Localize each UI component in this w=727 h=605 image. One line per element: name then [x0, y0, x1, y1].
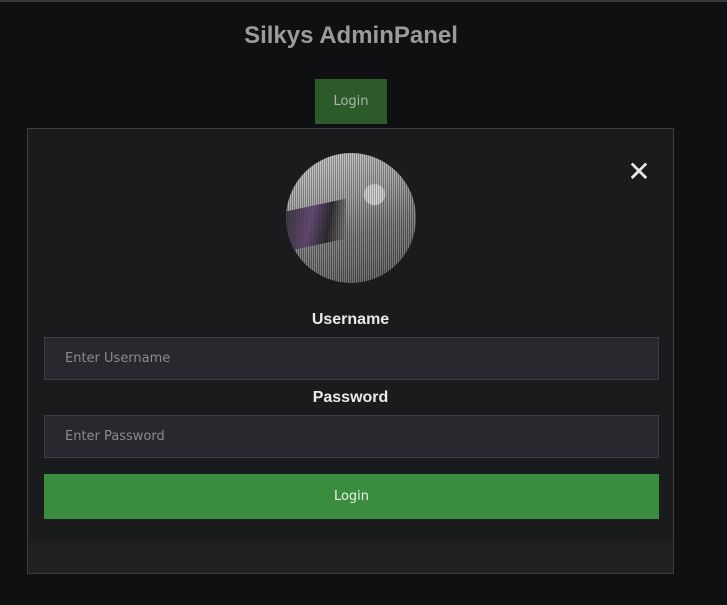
- avatar-image-detail: [286, 198, 346, 252]
- submit-login-button[interactable]: Login: [44, 474, 659, 519]
- password-input[interactable]: [44, 415, 659, 458]
- username-label: Username: [311, 311, 390, 328]
- close-icon[interactable]: ✕: [626, 158, 652, 186]
- page-title: Silkys AdminPanel: [244, 22, 458, 49]
- open-login-button[interactable]: Login: [315, 79, 387, 124]
- username-input[interactable]: [44, 337, 659, 380]
- modal-content: ✕ Username Password Login: [28, 129, 673, 543]
- password-label: Password: [312, 389, 389, 406]
- avatar: [286, 153, 416, 283]
- login-modal: ✕ Username Password Login: [27, 128, 674, 574]
- top-border: [0, 0, 727, 2]
